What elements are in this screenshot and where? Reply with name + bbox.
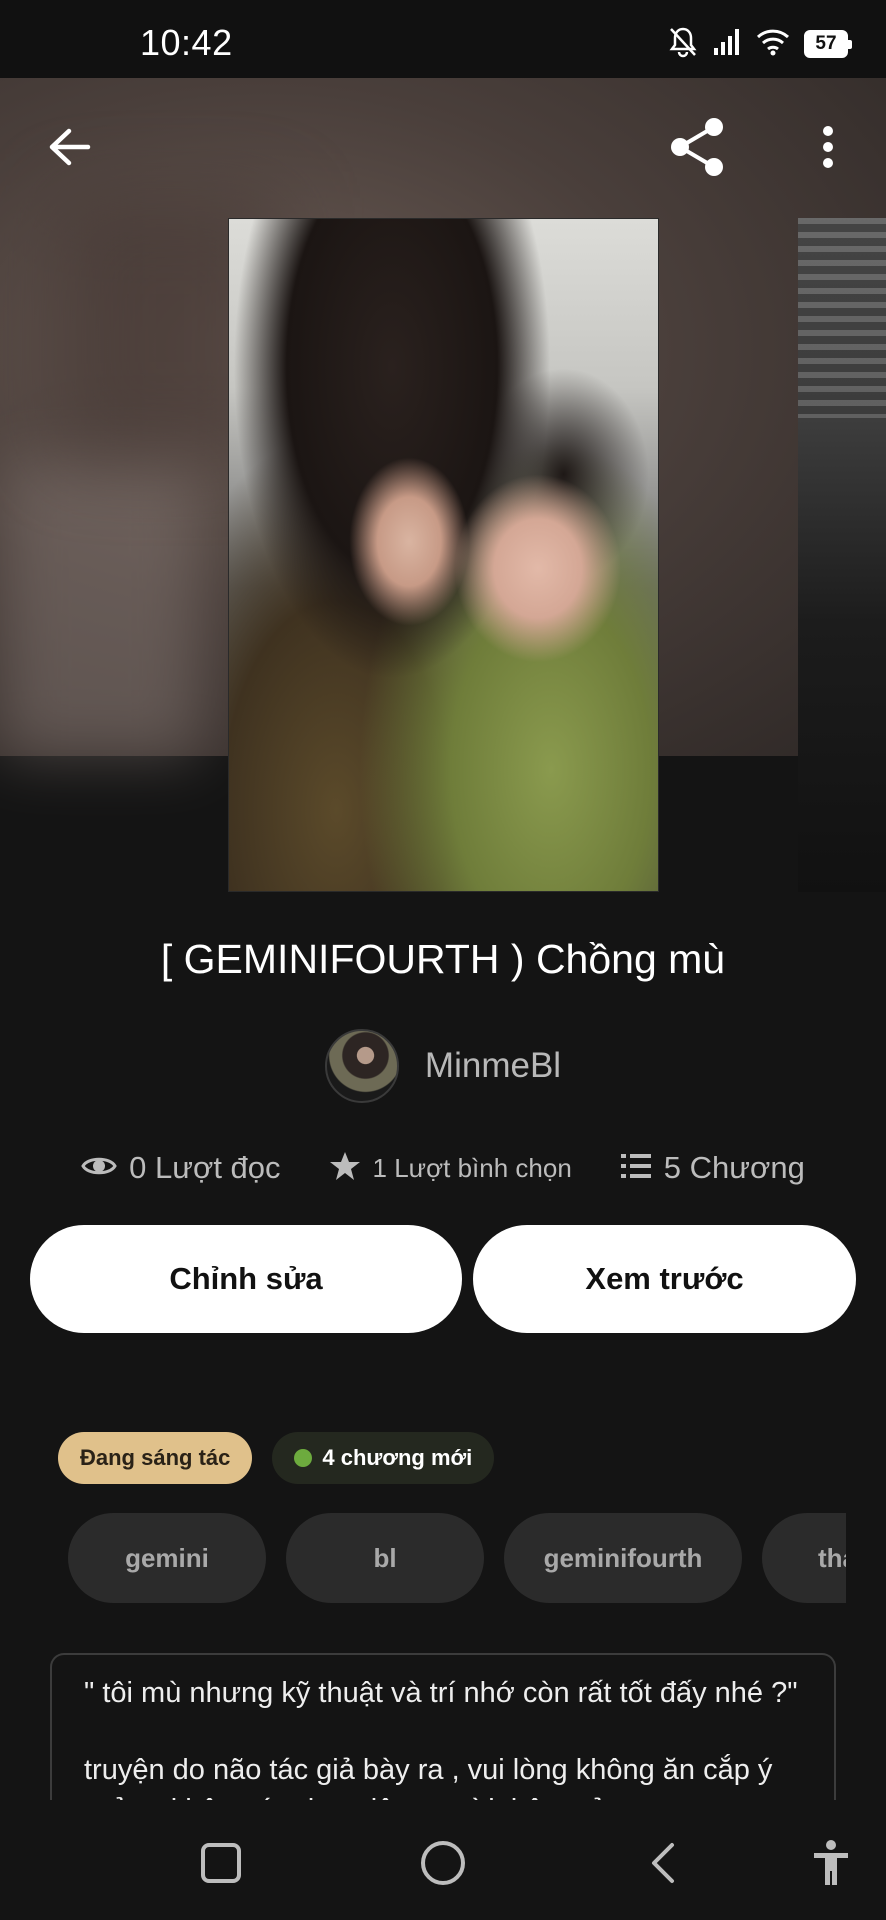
reads-count: 0 Lượt đọc bbox=[129, 1150, 281, 1185]
new-chapters-badge: 4 chương mới bbox=[272, 1432, 495, 1484]
status-bar: 10:42 57 bbox=[0, 0, 886, 78]
status-icons: 57 bbox=[668, 24, 852, 64]
share-icon[interactable] bbox=[663, 112, 733, 182]
eye-icon bbox=[81, 1153, 117, 1184]
tag-thai[interactable]: thai bbox=[762, 1513, 846, 1603]
chapters-count: 5 Chương bbox=[663, 1150, 805, 1185]
battery-icon: 57 bbox=[804, 30, 852, 58]
signal-icon bbox=[712, 28, 742, 61]
chapters-stat: 5 Chương bbox=[620, 1150, 805, 1186]
list-icon bbox=[620, 1152, 652, 1185]
back-arrow-icon[interactable] bbox=[34, 112, 104, 182]
author-row[interactable]: MinmeBl bbox=[0, 1028, 886, 1104]
more-vertical-icon[interactable] bbox=[793, 112, 863, 182]
description-box: " tôi mù nhưng kỹ thuật và trí nhớ còn r… bbox=[50, 1653, 836, 1800]
next-cover-image[interactable] bbox=[798, 218, 886, 892]
story-title: [ GEMINIFOURTH ) Chồng mù bbox=[160, 936, 726, 982]
author-name[interactable]: MinmeBl bbox=[425, 1046, 561, 1086]
reads-stat: 0 Lượt đọc bbox=[81, 1150, 281, 1186]
status-time: 10:42 bbox=[140, 22, 233, 63]
preview-button[interactable]: Xem trước bbox=[473, 1225, 856, 1333]
new-chapters-label: 4 chương mới bbox=[322, 1445, 473, 1470]
description-quote: " tôi mù nhưng kỹ thuật và trí nhớ còn r… bbox=[84, 1677, 798, 1709]
wifi-icon bbox=[756, 28, 790, 61]
star-icon bbox=[329, 1150, 361, 1187]
writing-status-label: Đang sáng tác bbox=[80, 1445, 231, 1470]
writing-status-badge: Đang sáng tác bbox=[58, 1432, 253, 1484]
tag-bl[interactable]: bl bbox=[286, 1513, 484, 1603]
story-detail-screen: 10:42 57 [ GEMINIFOURTH ) Chồng mù Minme… bbox=[0, 0, 886, 1920]
tags-scroller[interactable]: gemini bl geminifourth thai bbox=[68, 1513, 846, 1605]
recent-apps-icon[interactable] bbox=[186, 1828, 256, 1898]
tag-geminifourth[interactable]: geminifourth bbox=[504, 1513, 742, 1603]
votes-stat: 1 Lượt bình chọn bbox=[329, 1150, 572, 1187]
back-icon[interactable] bbox=[628, 1828, 698, 1898]
system-nav-bar bbox=[0, 1800, 886, 1920]
author-avatar[interactable] bbox=[324, 1029, 399, 1103]
accessibility-icon[interactable] bbox=[796, 1828, 866, 1898]
story-cover-image[interactable] bbox=[228, 218, 659, 892]
home-icon[interactable] bbox=[408, 1828, 478, 1898]
edit-button[interactable]: Chỉnh sửa bbox=[30, 1225, 462, 1333]
stats-row: 0 Lượt đọc 1 Lượt bình chọn 5 Chương bbox=[0, 1140, 886, 1196]
status-badges: Đang sáng tác 4 chương mới bbox=[58, 1432, 495, 1484]
tag-gemini[interactable]: gemini bbox=[68, 1513, 266, 1603]
bell-muted-icon bbox=[668, 26, 698, 63]
new-dot-icon bbox=[294, 1449, 313, 1467]
description-text: truyện do não tác giả bày ra , vui lòng … bbox=[84, 1754, 773, 1800]
votes-count: 1 Lượt bình chọn bbox=[372, 1152, 572, 1183]
